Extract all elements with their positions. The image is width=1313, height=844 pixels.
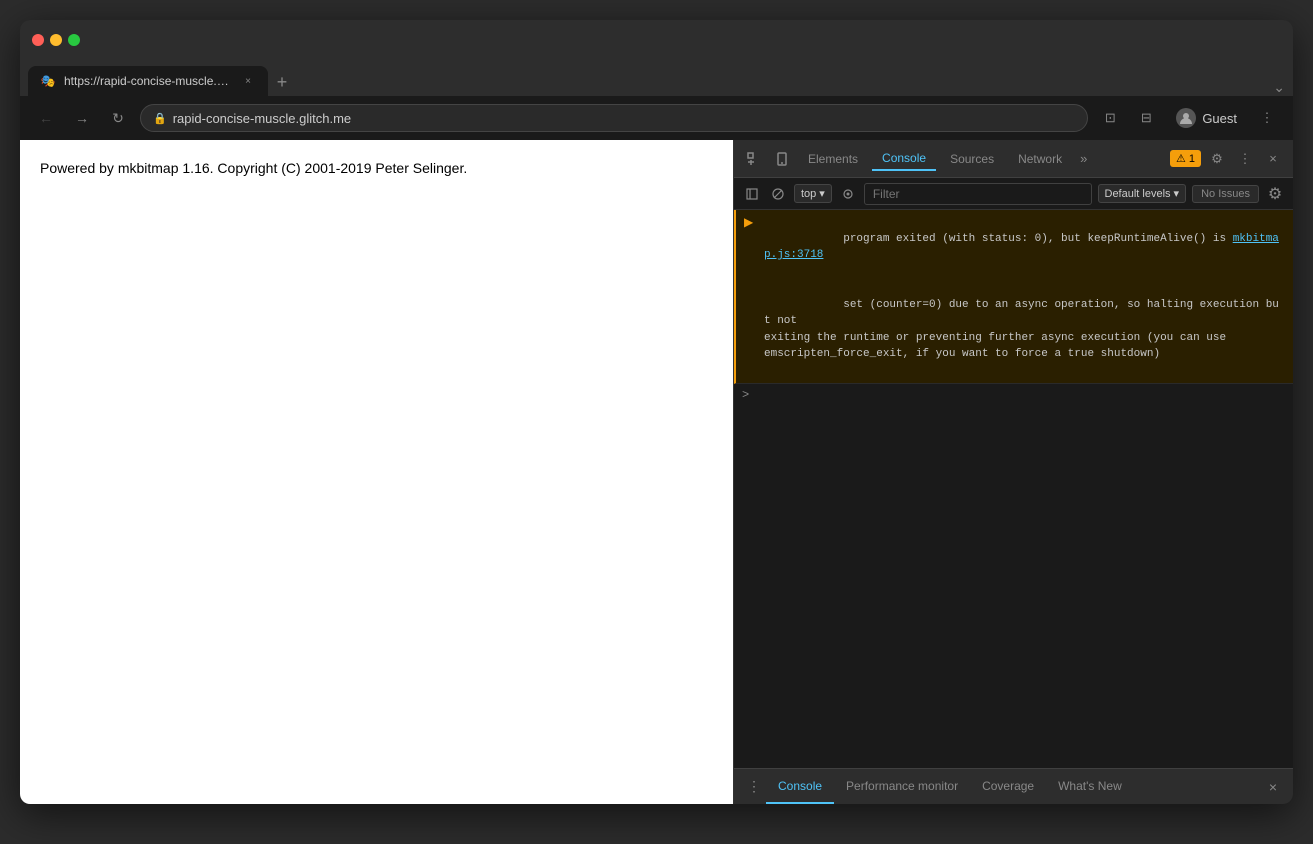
warning-badge[interactable]: ⚠ 1 <box>1170 150 1201 167</box>
tab-bar: 🎭 https://rapid-concise-muscle.g... × + … <box>20 60 1293 96</box>
webpage: Powered by mkbitmap 1.16. Copyright (C) … <box>20 140 733 804</box>
log-level-select[interactable]: Default levels ▾ <box>1098 184 1187 203</box>
user-avatar <box>1176 108 1196 128</box>
bottom-tab-whats-new[interactable]: What's New <box>1046 769 1134 804</box>
device-toolbar-button[interactable] <box>770 147 794 171</box>
level-dropdown-icon: ▾ <box>1174 187 1180 200</box>
lock-icon: 🔒 <box>153 112 167 125</box>
console-sidebar-toggle[interactable] <box>742 184 762 204</box>
tab-title: https://rapid-concise-muscle.g... <box>64 74 232 88</box>
console-text-continuation: set (counter=0) due to an async operatio… <box>764 299 1279 361</box>
prompt-arrow-icon: > <box>742 388 749 402</box>
cast-button[interactable]: ⊡ <box>1096 104 1124 132</box>
user-profile-button[interactable]: Guest <box>1168 104 1245 132</box>
live-expressions-button[interactable] <box>838 184 858 204</box>
title-bar <box>20 20 1293 60</box>
tab-network[interactable]: Network <box>1008 148 1072 170</box>
clear-console-button[interactable] <box>768 184 788 204</box>
forward-button[interactable]: → <box>68 104 96 132</box>
console-prompt-row[interactable]: > <box>734 384 1293 406</box>
tab-elements[interactable]: Elements <box>798 148 868 170</box>
no-issues-button[interactable]: No Issues <box>1192 185 1259 203</box>
console-output: ▶ program exited (with status: 0), but k… <box>734 210 1293 768</box>
tab-favicon: 🎭 <box>40 73 56 89</box>
console-filter-input[interactable] <box>864 183 1092 205</box>
browser-window: 🎭 https://rapid-concise-muscle.g... × + … <box>20 20 1293 804</box>
devtools-panel: Elements Console Sources Network » ⚠ 1 ⚙… <box>733 140 1293 804</box>
drawer-close-button[interactable]: × <box>1261 775 1285 799</box>
level-label: Default levels <box>1105 188 1171 200</box>
back-button[interactable]: ← <box>32 104 60 132</box>
console-toolbar: top ▾ Default levels ▾ No Issues ⚙ <box>734 178 1293 210</box>
devtools-more-menu-button[interactable]: ⋮ <box>1233 147 1257 171</box>
console-text-before-link: program exited (with status: 0), but kee… <box>843 233 1232 245</box>
devtools-close-button[interactable]: × <box>1261 147 1285 171</box>
more-menu-button[interactable]: ⋮ <box>1253 104 1281 132</box>
warning-icon: ⚠ <box>1176 152 1186 165</box>
address-text: rapid-concise-muscle.glitch.me <box>173 111 1076 126</box>
refresh-button[interactable]: ↻ <box>104 104 132 132</box>
bottom-tab-performance-monitor[interactable]: Performance monitor <box>834 769 970 804</box>
maximize-traffic-light[interactable] <box>68 34 80 46</box>
tab-dropdown-button[interactable]: ⌄ <box>1273 79 1285 96</box>
context-label: top <box>801 188 816 200</box>
console-warning-message: ▶ program exited (with status: 0), but k… <box>734 210 1293 384</box>
inspect-element-button[interactable] <box>742 147 766 171</box>
main-area: Powered by mkbitmap 1.16. Copyright (C) … <box>20 140 1293 804</box>
bottom-tab-console[interactable]: Console <box>766 769 834 804</box>
drawer-menu-button[interactable]: ⋮ <box>742 775 766 799</box>
bottom-tab-coverage[interactable]: Coverage <box>970 769 1046 804</box>
devtools-more-tabs-button[interactable]: » <box>1076 147 1091 170</box>
page-text: Powered by mkbitmap 1.16. Copyright (C) … <box>40 160 467 176</box>
console-context-select[interactable]: top ▾ <box>794 184 832 203</box>
console-message-text: program exited (with status: 0), but kee… <box>764 214 1285 379</box>
tab-close-button[interactable]: × <box>240 73 256 89</box>
context-dropdown-icon: ▾ <box>819 187 825 200</box>
address-bar: ← → ↻ 🔒 rapid-concise-muscle.glitch.me ⊡… <box>20 96 1293 140</box>
devtools-bottom-bar: ⋮ Console Performance monitor Coverage W… <box>734 768 1293 804</box>
warning-count: 1 <box>1189 153 1195 165</box>
tab-search-button[interactable]: ⊟ <box>1132 104 1160 132</box>
address-input[interactable]: 🔒 rapid-concise-muscle.glitch.me <box>140 104 1088 132</box>
traffic-lights <box>32 34 80 46</box>
devtools-header: Elements Console Sources Network » ⚠ 1 ⚙… <box>734 140 1293 178</box>
page-content: Powered by mkbitmap 1.16. Copyright (C) … <box>20 140 733 196</box>
close-traffic-light[interactable] <box>32 34 44 46</box>
tab-console[interactable]: Console <box>872 147 936 171</box>
devtools-settings-button[interactable]: ⚙ <box>1205 147 1229 171</box>
new-tab-button[interactable]: + <box>268 68 296 96</box>
minimize-traffic-light[interactable] <box>50 34 62 46</box>
console-settings-button[interactable]: ⚙ <box>1265 184 1285 204</box>
user-label: Guest <box>1202 111 1237 126</box>
tab-sources[interactable]: Sources <box>940 148 1004 170</box>
warning-triangle-icon: ▶ <box>744 215 758 230</box>
browser-tab-active[interactable]: 🎭 https://rapid-concise-muscle.g... × <box>28 66 268 96</box>
